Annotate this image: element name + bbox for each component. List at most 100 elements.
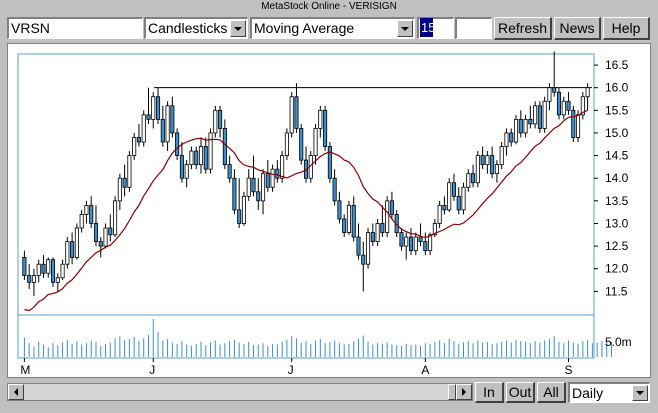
symbol-input[interactable]: VRSN xyxy=(7,17,143,39)
candle-down xyxy=(451,182,457,197)
candle-up xyxy=(141,114,146,143)
news-button[interactable]: News xyxy=(554,17,601,40)
candle-down xyxy=(122,177,127,188)
y-tick-label: 13.0 xyxy=(605,216,629,230)
candle-up xyxy=(523,118,528,134)
candle-down xyxy=(528,118,533,125)
candle-down xyxy=(399,232,404,247)
candle-up xyxy=(46,259,51,274)
candle-down xyxy=(418,236,423,242)
candle-down xyxy=(566,100,571,111)
candle-down xyxy=(356,236,361,256)
candle-up xyxy=(189,150,194,166)
candle-down xyxy=(232,177,237,211)
candle-up xyxy=(494,164,499,175)
candle-up xyxy=(585,87,590,98)
candle-down xyxy=(155,96,161,120)
horizontal-scrollbar[interactable] xyxy=(7,383,473,401)
extra-input[interactable] xyxy=(455,17,492,39)
y-tick-label: 13.5 xyxy=(605,194,629,208)
candle-down xyxy=(179,155,184,179)
candle-up xyxy=(385,200,390,233)
arrow-right-icon[interactable] xyxy=(456,384,472,400)
candle-up xyxy=(117,177,122,202)
candle-down xyxy=(480,155,485,166)
candle-down xyxy=(275,168,280,179)
moving-average-line xyxy=(24,109,588,312)
interval-select[interactable]: Daily xyxy=(568,382,650,403)
y-tick-label: 15.0 xyxy=(605,126,629,140)
scrollbar-thumb[interactable] xyxy=(448,384,456,400)
candle-down xyxy=(456,195,461,211)
candle-down xyxy=(108,227,113,236)
chevron-down-icon[interactable] xyxy=(397,20,413,37)
x-month-label: M xyxy=(20,363,30,377)
candle-up xyxy=(533,105,538,125)
candle-up xyxy=(547,87,552,102)
x-month-label: S xyxy=(565,363,573,377)
symbol-value: VRSN xyxy=(11,20,50,36)
help-button[interactable]: Help xyxy=(603,17,650,40)
chevron-down-icon[interactable] xyxy=(632,385,648,401)
candle-down xyxy=(327,146,332,179)
candle-down xyxy=(175,132,180,156)
y-tick-label: 15.5 xyxy=(605,103,629,117)
y-tick-label: 14.0 xyxy=(605,171,629,185)
chart-type-value: Candlesticks xyxy=(148,20,228,36)
candle-up xyxy=(475,155,480,184)
candle-up xyxy=(561,100,566,116)
candle-up xyxy=(55,277,60,283)
candle-down xyxy=(294,96,299,129)
zoom-out-button[interactable]: Out xyxy=(506,382,535,403)
arrow-left-icon[interactable] xyxy=(8,384,24,400)
candle-down xyxy=(265,173,270,188)
chart-area[interactable]: 16.5 16.0 15.5 15.0 14.5 14.0 13.5 13.0 12.5 12.0… xyxy=(7,43,651,378)
candle-down xyxy=(337,200,342,220)
candle-up xyxy=(280,155,285,179)
candle-up xyxy=(151,96,156,120)
candle-up xyxy=(79,214,84,229)
candle-up xyxy=(461,186,466,211)
refresh-button[interactable]: Refresh xyxy=(494,17,552,40)
candle-down xyxy=(351,204,356,238)
chevron-down-icon[interactable] xyxy=(230,20,246,37)
candle-down xyxy=(323,109,328,147)
indicator-value: Moving Average xyxy=(254,20,355,36)
candle-down xyxy=(361,254,366,265)
candle-down xyxy=(251,177,256,193)
candle-down xyxy=(537,105,542,129)
chart-type-select[interactable]: Candlesticks xyxy=(144,17,248,39)
candle-up xyxy=(375,223,380,242)
candle-up xyxy=(213,109,218,134)
candle-down xyxy=(332,177,337,202)
show-all-button[interactable]: All xyxy=(537,382,566,403)
zoom-in-button[interactable]: In xyxy=(475,382,504,403)
candle-down xyxy=(70,241,75,258)
candle-down xyxy=(27,275,32,283)
x-month-label: J xyxy=(149,363,155,377)
indicator-select[interactable]: Moving Average xyxy=(250,17,415,39)
candle-down xyxy=(389,200,394,215)
candle-down xyxy=(408,236,414,252)
candle-up xyxy=(246,177,251,197)
candle-down xyxy=(227,164,232,179)
candle-up xyxy=(485,155,490,166)
candle-up xyxy=(346,204,351,233)
candle-up xyxy=(241,195,246,224)
candle-down xyxy=(490,155,495,175)
candle-down xyxy=(89,204,94,224)
y-tick-label: 11.5 xyxy=(605,284,628,298)
candle-down xyxy=(342,218,347,233)
candle-up xyxy=(447,182,452,211)
candle-up xyxy=(413,236,418,252)
interval-value: Daily xyxy=(572,385,604,401)
y-tick-label: 14.5 xyxy=(605,149,629,163)
candle-up xyxy=(113,200,118,236)
toolbar: VRSN Candlesticks Moving Average Refresh… xyxy=(0,14,658,42)
candle-up xyxy=(313,128,318,156)
candle-down xyxy=(194,150,199,166)
candle-down xyxy=(22,257,27,276)
price-chart[interactable]: 16.5 16.0 15.5 15.0 14.5 14.0 13.5 13.0 12.5 12.0… xyxy=(8,44,650,377)
candle-down xyxy=(571,109,576,138)
candle-down xyxy=(98,241,103,247)
